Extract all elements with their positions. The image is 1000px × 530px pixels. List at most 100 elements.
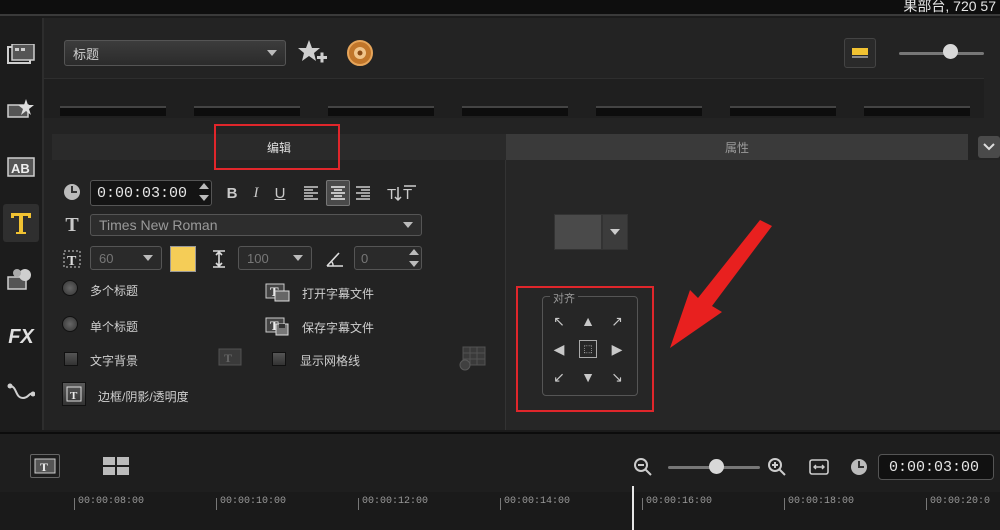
chevron-down-icon [293,255,303,261]
grid-settings-icon [456,344,488,372]
add-to-favorites-icon[interactable] [296,38,330,68]
title-thumbnail[interactable] [864,106,970,116]
library-toolbar: AB FX [0,18,42,430]
clock-icon [62,182,82,202]
title-icon[interactable] [3,204,39,242]
thumbnail-size-slider-knob[interactable] [943,44,958,59]
zoom-slider-knob[interactable] [708,459,724,474]
ruler-tick-mark [500,498,501,510]
filter-fx-icon[interactable]: FX [3,318,39,356]
align-left-icon[interactable] [300,182,322,204]
text-background-label: 文字背景 [90,354,139,368]
graphics-icon[interactable] [3,260,39,298]
path-icon[interactable] [3,374,39,412]
title-thumbnail[interactable] [328,106,434,116]
annotation-arrow [670,220,772,348]
multi-title-radio[interactable] [62,280,78,296]
title-bar: 果部台, 720 57 [0,0,1000,16]
ruler-tick-label: 00:00:10:00 [220,496,287,507]
storyboard-view-icon[interactable] [100,454,132,478]
title-thumbnail[interactable] [596,106,702,116]
font-family-dropdown[interactable]: Times New Roman [90,214,422,236]
open-subtitle-label: 打开字幕文件 [302,287,375,301]
rotation-angle-field[interactable]: 0 [354,246,422,270]
save-subtitle-label: 保存字幕文件 [302,321,375,335]
svg-text:T: T [224,351,232,365]
font-color-swatch[interactable] [170,246,196,272]
line-spacing-dropdown[interactable]: 100 [238,246,312,270]
title-thumbnail[interactable] [730,106,836,116]
ruler-tick-label: 00:00:12:00 [362,496,429,507]
text-background-settings-icon: T [216,344,246,370]
title-thumbnail[interactable] [60,106,166,116]
ruler-tick-label: 00:00:08:00 [78,496,145,507]
zoom-in-icon[interactable] [766,456,788,478]
ruler-tick-mark [926,498,927,510]
rotation-spinner-icon[interactable] [409,249,419,267]
fit-project-icon[interactable] [808,456,830,478]
project-timecode-field[interactable]: 0:00:03:00 [878,454,994,480]
tab-properties[interactable]: 属性 [506,134,968,160]
chevron-down-icon [403,222,413,228]
chevron-down-icon [267,50,277,56]
ruler-tick-mark [642,498,643,510]
title-thumbnail[interactable] [462,106,568,116]
transition-icon[interactable]: AB [3,148,39,186]
underline-button[interactable]: U [270,182,290,204]
ruler-tick-label: 00:00:20:0 [930,496,991,507]
show-grid-checkbox[interactable] [272,352,286,366]
project-timecode-value: 0:00:03:00 [889,459,980,476]
text-background-checkbox[interactable] [64,352,78,366]
ruler-tick-mark [358,498,359,510]
gallery-dropdown-value: 标题 [73,46,100,62]
duration-spinner-icon[interactable] [199,183,209,201]
single-title-radio[interactable] [62,316,78,332]
align-center-icon[interactable] [326,180,350,206]
svg-text:T: T [40,460,48,474]
title-track-icon[interactable]: T [30,454,60,478]
ruler-tick-mark [216,498,217,510]
bold-button[interactable]: B [222,182,242,204]
clock-icon [848,456,870,478]
project-info-text: 果部台, 720 57 [903,0,996,14]
svg-text:AB: AB [11,161,30,176]
view-mode-icon[interactable] [844,38,876,68]
font-size-dropdown[interactable]: 60 [90,246,162,270]
timeline-panel: T 0:00:03:00 00:00:08:00 00:00:10:00 00:00… [0,432,1000,530]
tab-properties-label: 属性 [724,140,749,155]
single-title-label: 单个标题 [90,320,139,334]
font-size-icon: T [62,248,82,270]
rotation-angle-value: 0 [361,250,369,266]
italic-button[interactable]: I [246,182,266,204]
gallery-dropdown[interactable]: 标题 [64,40,286,66]
instant-project-icon[interactable] [3,90,39,128]
border-shadow-icon[interactable]: T [62,382,86,406]
get-more-content-icon[interactable] [344,38,376,68]
zoom-out-icon[interactable] [632,456,654,478]
align-right-icon[interactable] [352,182,374,204]
media-icon[interactable] [3,36,39,74]
options-collapse-icon[interactable] [978,136,1000,158]
style-preset-swatch[interactable] [554,214,602,250]
duration-timecode-field[interactable]: 0:00:03:00 [90,180,212,206]
line-spacing-value: 100 [247,250,269,266]
border-shadow-label: 边框/阴影/透明度 [98,390,189,404]
open-subtitle-icon[interactable]: T [264,280,292,304]
font-icon: T [65,213,79,236]
ruler-tick-label: 00:00:18:00 [788,496,855,507]
playhead[interactable] [632,486,634,530]
thumbnail-size-slider[interactable] [899,52,984,55]
ruler-tick-mark [784,498,785,510]
rotation-angle-icon [324,248,346,270]
style-preset-dropdown-icon[interactable] [602,214,628,250]
font-size-value: 60 [99,250,114,266]
font-family-value: Times New Roman [99,217,218,233]
text-direction-icon[interactable]: TT [384,182,420,204]
line-spacing-icon [208,248,230,270]
title-thumbnail[interactable] [194,106,300,116]
save-subtitle-icon[interactable]: T [264,314,292,338]
duration-value: 0:00:03:00 [97,184,188,202]
svg-text:T: T [387,186,396,202]
align-group-highlight [516,286,654,412]
chevron-down-icon [143,255,153,261]
